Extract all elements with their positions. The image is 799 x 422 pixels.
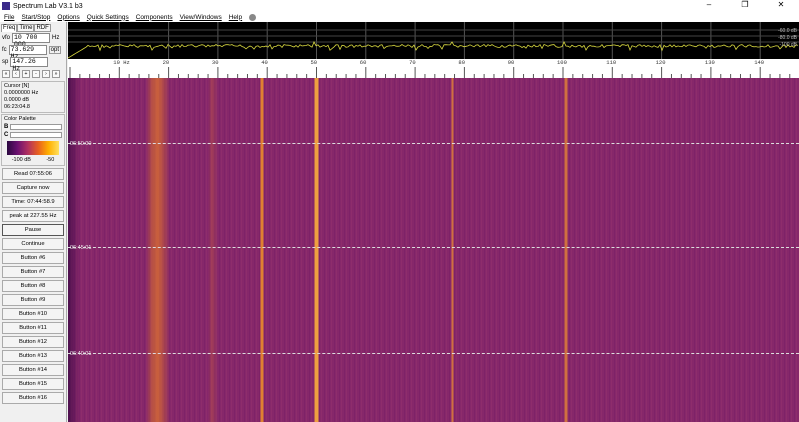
panel-button[interactable]: Button #12 [2, 336, 64, 348]
panel-button[interactable]: Button #6 [2, 252, 64, 264]
fc-input[interactable]: 73.629 Hz [8, 45, 47, 60]
menu-start-stop[interactable]: Start/Stop [21, 14, 50, 21]
status-indicator-icon [249, 13, 257, 21]
panel-button[interactable]: Button #15 [2, 378, 64, 390]
vfo-unit: Hz [52, 35, 60, 41]
freq-tick-label: 20 [162, 59, 170, 66]
freq-tick-label: 60 [359, 59, 367, 66]
cursor-time: 06:23:04.8 [4, 104, 30, 110]
db-label-1: -60.0 dB [778, 28, 797, 34]
menu-components[interactable]: Components [136, 14, 173, 21]
restore-button[interactable]: ❐ [727, 0, 763, 9]
freq-left-button[interactable]: ‹ [12, 70, 20, 78]
cursor-level: 0.0000 dB [4, 97, 30, 103]
freq-tick-label: 30 [211, 59, 219, 66]
time-mark: 06:40:01 [70, 351, 92, 357]
palette-max: -50 [46, 157, 55, 163]
time-mark: 06:45:01 [70, 245, 92, 251]
waterfall-display[interactable]: 06:50:00 06:45:01 06:40:01 [68, 78, 799, 422]
control-panel: Freq Time RDF vfo10 700 000Hz fc73.629 H… [0, 22, 67, 422]
freq-tick-label: 130 [704, 59, 715, 66]
fc-label: fc [2, 47, 7, 53]
contrast-label: C [4, 131, 9, 138]
close-button[interactable]: ✕ [763, 0, 799, 9]
panel-button[interactable]: Button #16 [2, 392, 64, 404]
panel-button[interactable]: peak at 227.55 Hz [2, 210, 64, 222]
panel-button[interactable]: Button #7 [2, 266, 64, 278]
brightness-slider[interactable] [10, 124, 62, 130]
freq-tick-label: 90 [507, 59, 515, 66]
palette-min: -100 dB [11, 157, 31, 163]
color-palette: Color Palette B C -100 dB -50 [1, 114, 65, 166]
panel-button[interactable]: Read 07:55:06 [2, 168, 64, 180]
vfo-input[interactable]: 10 700 000 [12, 33, 51, 48]
spectrum-trace [67, 41, 799, 59]
freq-tick-label: 140 [754, 59, 765, 66]
zoom-in-button[interactable]: + [22, 70, 30, 78]
panel-button[interactable]: Continue [2, 238, 64, 250]
tab-freq[interactable]: Freq [1, 24, 18, 32]
time-mark: 06:50:00 [70, 141, 92, 147]
menu-file[interactable]: File [4, 14, 14, 21]
cursor-frequency: 0.0000000 Hz [4, 90, 39, 96]
spectrum-graph[interactable]: -60.0 dB -80.0 dB -100 dB [67, 22, 799, 59]
panel-button[interactable]: Button #11 [2, 322, 64, 334]
freq-fast-left-button[interactable]: « [2, 70, 10, 78]
cursor-title: Cursor [N] [4, 83, 30, 89]
freq-right-button[interactable]: › [42, 70, 50, 78]
brightness-label: B [4, 123, 9, 130]
panel-button[interactable]: Button #10 [2, 308, 64, 320]
menu-bar: File Start/Stop Options Quick Settings C… [0, 12, 799, 22]
panel-button[interactable]: Button #13 [2, 350, 64, 362]
freq-tick-label: 50 [310, 59, 318, 66]
contrast-slider[interactable] [10, 132, 62, 138]
panel-button[interactable]: Button #8 [2, 280, 64, 292]
sp-label: sp [2, 59, 9, 65]
cursor-info: Cursor [N] 0.0000000 Hz 0.0000 dB 06:23:… [1, 81, 65, 113]
vfo-label: vfo [2, 35, 11, 41]
app-icon [2, 2, 10, 10]
freq-tick-label: 10 Hz [113, 59, 130, 66]
palette-title: Color Palette [4, 116, 36, 122]
menu-help[interactable]: Help [229, 14, 242, 21]
panel-button[interactable]: Pause [2, 224, 64, 236]
menu-view-windows[interactable]: View/Windows [180, 14, 222, 21]
menu-options[interactable]: Options [57, 14, 79, 21]
tab-rdf[interactable]: RDF [34, 24, 51, 32]
minimize-button[interactable]: – [691, 0, 727, 9]
freq-tick-label: 40 [261, 59, 268, 66]
freq-tick-label: 120 [655, 59, 666, 66]
freq-tick-label: 100 [557, 59, 567, 66]
window-title: Spectrum Lab V3.1 b3 [13, 2, 83, 10]
panel-button[interactable]: Capture now [2, 182, 64, 194]
zoom-out-button[interactable]: - [32, 70, 40, 78]
opt-button[interactable]: opt [48, 46, 62, 54]
db-label-3: -100 dB [779, 42, 797, 48]
title-bar: Spectrum Lab V3.1 b3 – ❐ ✕ [0, 0, 799, 12]
tab-time[interactable]: Time [17, 24, 35, 32]
panel-button[interactable]: Time: 07:44:58.9 [2, 196, 64, 208]
freq-tick-label: 70 [409, 59, 416, 66]
palette-gradient [7, 141, 59, 155]
frequency-scale[interactable]: 10 Hz 20 30 40 50 60 70 80 90 100 110 120 130 140 [68, 59, 799, 78]
panel-button[interactable]: Button #14 [2, 364, 64, 376]
freq-tick-label: 110 [606, 59, 617, 66]
menu-quick-settings[interactable]: Quick Settings [87, 14, 129, 21]
db-label-2: -80.0 dB [778, 35, 797, 41]
panel-button[interactable]: Button #9 [2, 294, 64, 306]
freq-tick-label: 80 [458, 59, 465, 66]
freq-fast-right-button[interactable]: » [52, 70, 60, 78]
span-input[interactable]: 147.26 Hz [10, 57, 49, 72]
